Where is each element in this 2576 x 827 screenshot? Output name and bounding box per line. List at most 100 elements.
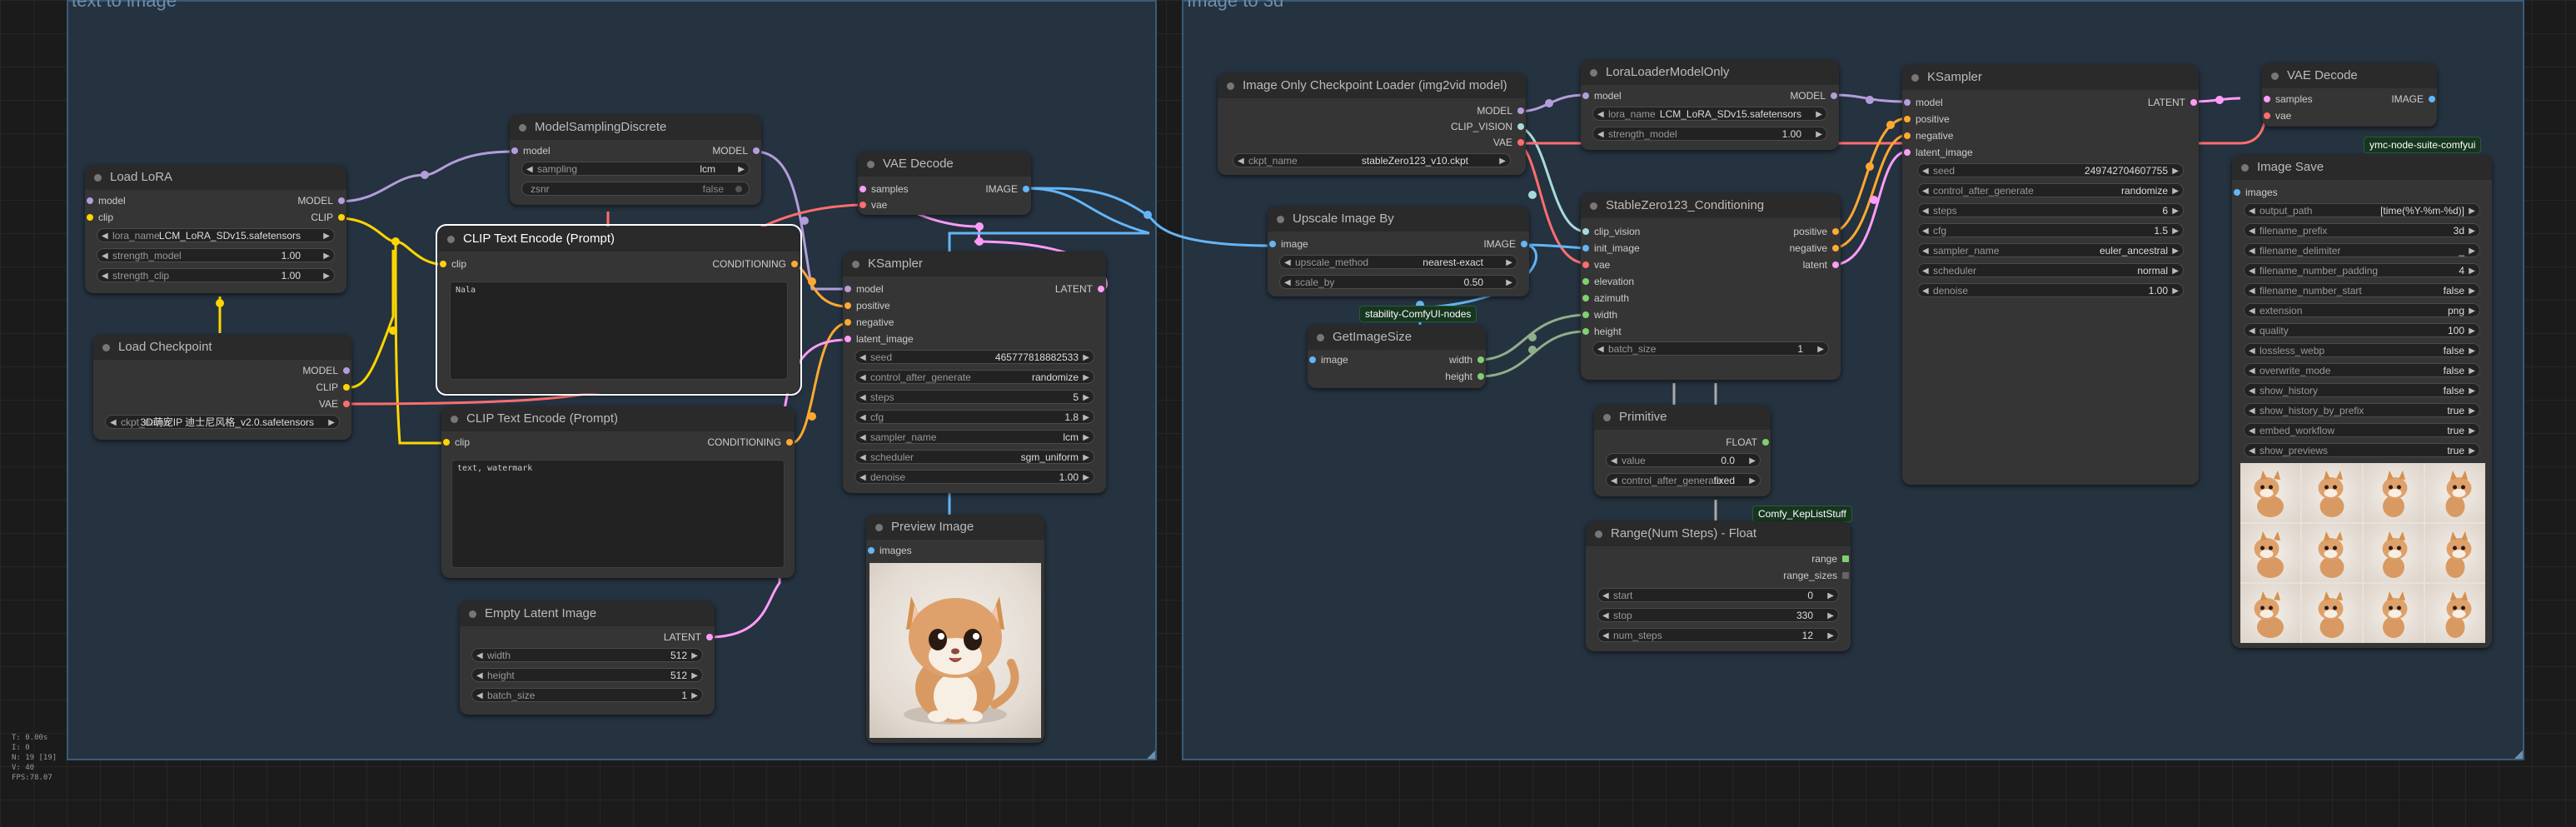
stop-input[interactable]: ◀ stop 330 ▶ [1597,608,1839,622]
control-after-generate-select[interactable]: ◀ control_after_generate randomize ▶ [855,370,1094,384]
show-previews-select[interactable]: ◀ show_previews true ▶ [2244,443,2480,457]
output-clip[interactable]: CLIP [316,380,351,395]
input-image[interactable]: image [1308,352,1348,367]
arrow-right-icon[interactable]: ▶ [691,689,698,701]
output-float[interactable]: FLOAT [1726,435,1771,450]
preview-thumbnail[interactable] [2240,584,2300,643]
width-input[interactable]: ◀ width 512 ▶ [471,648,703,662]
arrow-right-icon[interactable]: ▶ [2469,244,2475,257]
lora-name-select[interactable]: ◀ lora_name LCM_LoRA_SDv15.safetensors ▶ [1592,107,1827,121]
image-socket[interactable] [2429,96,2435,102]
arrow-left-icon[interactable]: ◀ [1602,609,1609,621]
arrow-right-icon[interactable]: ▶ [1083,431,1089,443]
arrow-right-icon[interactable]: ▶ [2469,384,2475,396]
input-elevation[interactable]: elevation [1581,274,1634,289]
vae-socket[interactable] [1517,139,1524,146]
input-negative[interactable]: negative [1902,128,1953,143]
output-path-input[interactable]: ◀ output_path [time(%Y-%m-%d)] ▶ [2244,203,2480,217]
value-input[interactable]: ◀ value 0.0 ▶ [1606,453,1761,467]
toggle-icon[interactable] [735,186,742,192]
strength-clip-input[interactable]: ◀ strength_clip 1.00 ▶ [97,268,335,282]
arrow-right-icon[interactable]: ▶ [2469,284,2475,296]
output-width[interactable]: width [1449,352,1486,367]
input-samples[interactable]: samples [858,182,909,197]
image-socket[interactable] [2234,189,2240,196]
node-stablezero123-conditioning[interactable]: StableZero123_Conditioning clip_vision i… [1581,193,1841,380]
arrow-left-icon[interactable]: ◀ [102,269,108,281]
output-vae[interactable]: VAE [1493,135,1526,150]
seed-input[interactable]: ◀ seed 465777818882533 ▶ [855,350,1094,364]
input-samples[interactable]: samples [2262,92,2313,107]
node-title[interactable]: VAE Decode [2262,63,2437,88]
image-socket[interactable] [868,547,874,554]
arrow-left-icon[interactable]: ◀ [2249,204,2255,217]
arrow-left-icon[interactable]: ◀ [859,471,866,483]
start-input[interactable]: ◀ start 0 ▶ [1597,588,1839,602]
filename-delimiter-input[interactable]: ◀ filename_delimiter _ ▶ [2244,243,2480,257]
preview-thumbnail[interactable] [2302,523,2362,583]
control-after-generate-select[interactable]: ◀ control_after_generate randomize ▶ [1917,183,2184,197]
input-clip-vision[interactable]: clip_vision [1581,224,1640,239]
node-lora-loader-model-only[interactable]: LoraLoaderModelOnly model MODEL ◀ lora_na… [1581,60,1839,150]
arrow-right-icon[interactable]: ▶ [1083,351,1089,363]
output-model[interactable]: MODEL [1477,103,1526,118]
model-socket[interactable] [511,147,518,154]
input-images[interactable]: images [2232,185,2278,200]
filename-number-padding-input[interactable]: ◀ filename_number_padding 4 ▶ [2244,263,2480,277]
model-socket[interactable] [338,197,345,204]
model-socket[interactable] [343,367,350,374]
arrow-right-icon[interactable]: ▶ [1816,107,1822,120]
zsnr-toggle[interactable]: zsnr false [521,182,750,196]
preview-thumbnail[interactable] [2240,463,2300,522]
node-ksampler-1[interactable]: KSampler model positive negative latent_… [843,252,1106,493]
arrow-right-icon[interactable]: ▶ [1506,256,1512,268]
node-title[interactable]: LoraLoaderModelOnly [1581,60,1839,85]
quality-input[interactable]: ◀ quality 100 ▶ [2244,323,2480,337]
arrow-right-icon[interactable]: ▶ [1827,609,1834,621]
arrow-left-icon[interactable]: ◀ [2249,324,2255,336]
arrow-right-icon[interactable]: ▶ [1499,154,1506,167]
latent-socket[interactable] [859,186,866,192]
input-vae[interactable]: vae [2262,108,2291,123]
output-positive[interactable]: positive [1793,224,1841,239]
arrow-left-icon[interactable]: ◀ [1602,589,1609,601]
int-socket[interactable] [1477,356,1484,363]
input-model[interactable]: model [1581,88,1622,103]
clip-vision-socket[interactable] [1517,123,1524,130]
node-title[interactable]: KSampler [1902,65,2199,90]
input-height[interactable]: height [1581,324,1622,339]
show-history-select[interactable]: ◀ show_history false ▶ [2244,383,2480,397]
node-load-checkpoint[interactable]: Load Checkpoint MODEL CLIP VAE ◀ ckpt_nam… [93,335,351,440]
arrow-left-icon[interactable]: ◀ [2249,284,2255,296]
input-model[interactable]: model [843,281,884,296]
latent-socket[interactable] [845,336,851,342]
input-azimuth[interactable]: azimuth [1581,291,1629,306]
image-socket[interactable] [1269,241,1276,247]
cfg-input[interactable]: ◀ cfg 1.5 ▶ [1917,223,2184,237]
conditioning-socket[interactable] [845,302,851,309]
conditioning-socket[interactable] [791,261,798,267]
arrow-left-icon[interactable]: ◀ [476,689,483,701]
arrow-left-icon[interactable]: ◀ [1922,184,1929,197]
seed-input[interactable]: ◀ seed 249742704607755 ▶ [1917,163,2184,177]
latent-socket[interactable] [1904,149,1911,156]
arrow-right-icon[interactable]: ▶ [328,416,335,428]
node-primitive[interactable]: Primitive FLOAT ◀ value 0.0 ▶ ◀ control_afte… [1594,405,1771,496]
arrow-right-icon[interactable]: ▶ [1506,276,1512,288]
input-latent-image[interactable]: latent_image [843,331,914,346]
arrow-right-icon[interactable]: ▶ [2469,444,2475,456]
node-empty-latent-image[interactable]: Empty Latent Image LATENT ◀ width 512 ▶ ◀ he… [460,601,715,715]
cfg-input[interactable]: ◀ cfg 1.8 ▶ [855,410,1094,424]
arrow-left-icon[interactable]: ◀ [2249,304,2255,316]
output-model[interactable]: MODEL [302,363,351,378]
arrow-left-icon[interactable]: ◀ [1597,342,1604,355]
arrow-left-icon[interactable]: ◀ [1611,454,1617,466]
node-ksampler-2[interactable]: KSampler model positive negative latent_… [1902,65,2199,485]
output-range[interactable]: range [1811,551,1851,566]
arrow-left-icon[interactable]: ◀ [2249,444,2255,456]
output-latent[interactable]: LATENT [664,630,715,645]
node-preview-image[interactable]: Preview Image images [866,515,1044,743]
input-positive[interactable]: positive [1902,112,1950,127]
arrow-left-icon[interactable]: ◀ [1922,164,1929,177]
node-clip-text-encode-negative[interactable]: CLIP Text Encode (Prompt) clip CONDITION… [441,406,795,578]
